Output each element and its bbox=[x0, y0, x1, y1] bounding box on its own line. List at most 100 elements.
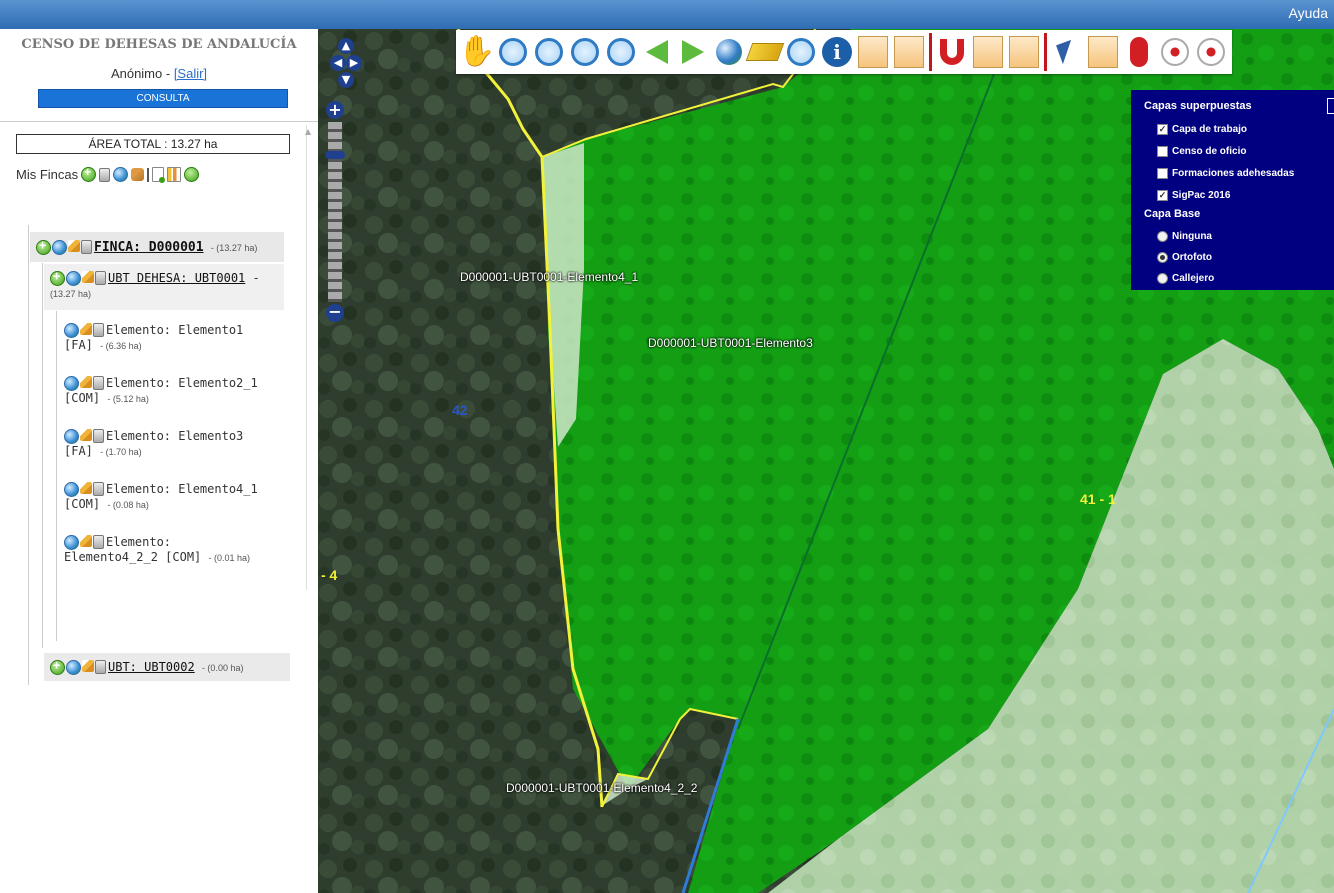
zoom-in-tool-button[interactable] bbox=[496, 33, 530, 71]
zoom-out-button[interactable]: − bbox=[326, 304, 344, 322]
help-link[interactable]: Ayuda bbox=[1289, 5, 1328, 21]
select-tool-button[interactable] bbox=[1050, 33, 1084, 71]
base-callejero[interactable]: Callejero bbox=[1157, 273, 1214, 284]
edit-icon[interactable] bbox=[80, 376, 92, 388]
overlay-censo-oficio[interactable]: Censo de oficio bbox=[1157, 146, 1246, 157]
edit-icon[interactable] bbox=[80, 482, 92, 494]
hole-tool-button[interactable] bbox=[1158, 33, 1192, 71]
checkbox-unchecked[interactable] bbox=[1157, 146, 1168, 157]
checkbox-checked[interactable]: ✓ bbox=[1157, 190, 1168, 201]
edit-polygon-button[interactable] bbox=[971, 33, 1005, 71]
hole-icon bbox=[1161, 38, 1189, 66]
full-extent-button[interactable] bbox=[712, 33, 746, 71]
zoom-icon[interactable] bbox=[64, 482, 79, 497]
delete-icon[interactable] bbox=[95, 271, 106, 285]
delete-icon[interactable] bbox=[95, 660, 106, 674]
zoom-icon[interactable] bbox=[64, 376, 79, 391]
delete-icon[interactable] bbox=[93, 429, 104, 443]
overlay-formaciones[interactable]: Formaciones adehesadas bbox=[1157, 168, 1294, 179]
tree-element-node[interactable]: Elemento: Elemento4_2_2 [COM] - (0.01 ha… bbox=[64, 535, 294, 564]
new-polygon-button[interactable] bbox=[892, 33, 926, 71]
zoom-in-icon bbox=[499, 38, 527, 66]
add-icon[interactable] bbox=[36, 238, 51, 255]
search-tool-button[interactable] bbox=[784, 33, 818, 71]
new-document-icon[interactable] bbox=[152, 167, 166, 183]
add-icon[interactable] bbox=[50, 658, 65, 675]
report-icon[interactable] bbox=[167, 167, 182, 182]
delete-icon[interactable] bbox=[93, 376, 104, 390]
radio-unselected[interactable] bbox=[1157, 273, 1168, 284]
checkbox-unchecked[interactable] bbox=[1157, 168, 1168, 179]
fincas-tree-pane[interactable]: ÁREA TOTAL : 13.27 ha Mis Fincas FINCA: … bbox=[6, 125, 307, 685]
zoom-out-tool-button[interactable] bbox=[532, 33, 566, 71]
delete-icon[interactable] bbox=[93, 482, 104, 496]
style-icon[interactable] bbox=[131, 168, 145, 181]
pan-right-icon[interactable]: ▶ bbox=[346, 55, 362, 71]
ubt1-link[interactable]: UBT DEHESA: UBT0001 bbox=[108, 271, 245, 285]
radio-selected[interactable] bbox=[1157, 252, 1168, 263]
next-view-button[interactable] bbox=[676, 33, 710, 71]
validate-icon[interactable] bbox=[184, 167, 200, 182]
zoom-icon[interactable] bbox=[64, 323, 79, 338]
edit-icon[interactable] bbox=[80, 429, 92, 441]
pan-tool-button[interactable]: ✋ bbox=[458, 33, 495, 71]
attributes-tool-button[interactable] bbox=[1086, 33, 1120, 71]
finca-link[interactable]: FINCA: D000001 bbox=[94, 240, 204, 255]
tree-element-node[interactable]: Elemento: Elemento2_1 [COM] - (5.12 ha) bbox=[64, 376, 284, 405]
zoom-layer-tool-button[interactable] bbox=[604, 33, 638, 71]
overlay-sigpac[interactable]: ✓ SigPac 2016 bbox=[1157, 190, 1230, 201]
zoom-icon[interactable] bbox=[66, 271, 81, 286]
snap-tool-button[interactable] bbox=[935, 33, 969, 71]
tree-element-node[interactable]: Elemento: Elemento4_1 [COM] - (0.08 ha) bbox=[64, 482, 284, 511]
edit-icon[interactable] bbox=[80, 535, 92, 547]
zoom-extent-icon bbox=[571, 38, 599, 66]
zoom-extent-tool-button[interactable] bbox=[568, 33, 602, 71]
zoom-icon[interactable] bbox=[66, 660, 81, 675]
add-finca-icon[interactable] bbox=[81, 165, 97, 182]
tree-ubt1-node[interactable]: UBT DEHESA: UBT0001 - (13.27 ha) bbox=[50, 269, 290, 300]
edit-icon[interactable] bbox=[82, 660, 94, 672]
previous-view-button[interactable] bbox=[640, 33, 674, 71]
delete-fincas-icon[interactable] bbox=[99, 167, 111, 182]
add-icon[interactable] bbox=[50, 269, 65, 286]
pan-left-icon[interactable]: ◀ bbox=[330, 55, 346, 71]
delete-icon[interactable] bbox=[93, 323, 104, 337]
zoom-icon[interactable] bbox=[64, 535, 79, 550]
zoom-slider-handle[interactable] bbox=[325, 151, 345, 159]
zoom-icon[interactable] bbox=[64, 429, 79, 444]
radio-unselected[interactable] bbox=[1157, 231, 1168, 242]
layer-panel-minimize[interactable] bbox=[1327, 98, 1334, 114]
map-label-elemento4-2-2: D000001-UBT0001-Elemento4_2_2 bbox=[506, 781, 698, 795]
move-vertex-button[interactable] bbox=[1007, 33, 1041, 71]
map-viewport[interactable]: D000001-UBT0001-Elemento4_1 D000001-UBT0… bbox=[318, 29, 1334, 893]
delete-icon[interactable] bbox=[81, 240, 92, 254]
element-tag: [COM] bbox=[64, 497, 101, 511]
zoom-icon[interactable] bbox=[52, 240, 67, 255]
base-ninguna[interactable]: Ninguna bbox=[1157, 231, 1212, 242]
import-polygon-button[interactable] bbox=[856, 33, 890, 71]
tree-element-node[interactable]: Elemento: Elemento3 [FA] - (1.70 ha) bbox=[64, 429, 284, 458]
tree-element-node[interactable]: Elemento: Elemento1 [FA] - (6.36 ha) bbox=[64, 323, 284, 352]
overlay-capa-trabajo[interactable]: ✓ Capa de trabajo bbox=[1157, 124, 1247, 135]
zoom-in-button[interactable]: + bbox=[326, 101, 344, 119]
app-title: CENSO DE DEHESAS DE ANDALUCÍA bbox=[21, 37, 297, 52]
info-tool-button[interactable]: i bbox=[820, 33, 854, 71]
edit-icon[interactable] bbox=[80, 323, 92, 335]
delete-icon[interactable] bbox=[93, 535, 104, 549]
measure-tool-button[interactable] bbox=[745, 33, 785, 71]
logout-link[interactable]: [Salir] bbox=[174, 66, 207, 81]
tree-ubt2-node[interactable]: UBT: UBT0002 - (0.00 ha) bbox=[44, 653, 290, 681]
edit-icon[interactable] bbox=[82, 271, 94, 283]
zoom-fincas-icon[interactable] bbox=[113, 167, 129, 182]
zoom-slider[interactable] bbox=[328, 122, 342, 302]
ubt2-link[interactable]: UBT: UBT0002 bbox=[108, 660, 195, 674]
checkbox-checked[interactable]: ✓ bbox=[1157, 124, 1168, 135]
edit-icon[interactable] bbox=[68, 240, 80, 252]
pan-up-icon[interactable]: ▲ bbox=[338, 38, 354, 54]
scroll-up-arrow[interactable]: ▲ bbox=[305, 127, 311, 136]
split-tool-button[interactable] bbox=[1122, 33, 1156, 71]
pan-down-icon[interactable]: ▼ bbox=[338, 72, 354, 88]
base-ortofoto[interactable]: Ortofoto bbox=[1157, 252, 1212, 263]
draw-tool-button[interactable] bbox=[1194, 33, 1228, 71]
tree-finca-node[interactable]: FINCA: D000001 - (13.27 ha) bbox=[30, 232, 284, 262]
